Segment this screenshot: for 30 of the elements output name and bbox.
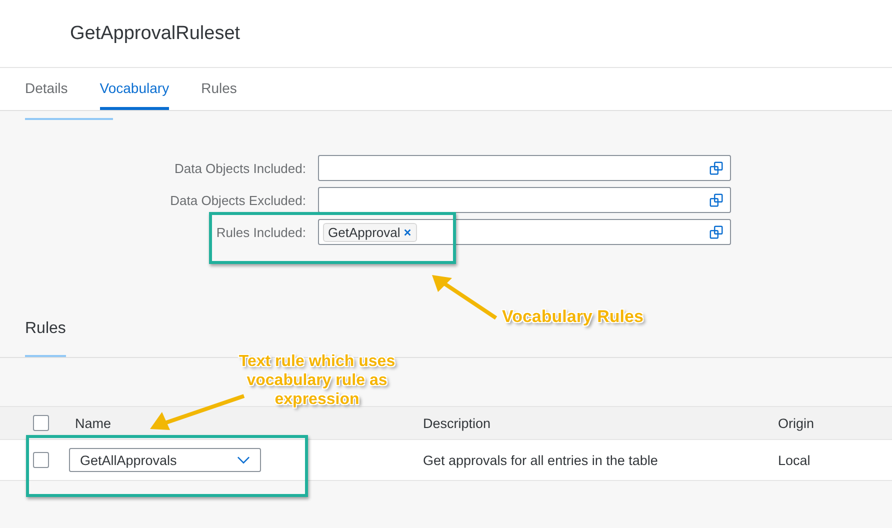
callout-text: Vocabulary Rules [502,307,644,327]
callout-text: Text rule which uses vocabulary rule as expression [238,352,396,409]
input-field[interactable] [318,187,731,213]
field-label: Rules Included: [215,224,307,240]
value-help-icon[interactable] [709,160,724,176]
token[interactable]: GetApproval [323,222,418,242]
value-help-icon[interactable] [709,224,724,240]
remove-icon[interactable] [403,228,412,236]
input-field[interactable] [318,155,731,181]
value-help-icon[interactable] [709,192,724,208]
checkbox[interactable] [33,415,49,431]
select-value: GetAllApprovals [80,452,177,468]
field-label: Data Objects Included: [173,160,307,176]
column-header: Origin [778,416,814,430]
table-cell-text: Get approvals for all entries in the table [423,452,659,468]
checkbox[interactable] [33,452,49,468]
tab[interactable]: Details [25,68,68,110]
column-header: Name [75,416,112,430]
field-label: Data Objects Excluded: [169,192,307,208]
input-field[interactable]: GetApproval [318,219,731,245]
tab[interactable]: Rules [201,68,237,110]
callout-arrow [430,272,500,322]
section-title: Rules [25,320,66,357]
chevron-down-icon [237,456,250,464]
column-header: Description [423,416,492,430]
name-select[interactable]: GetAllApprovals [69,448,261,472]
tab[interactable]: Vocabulary [100,68,170,110]
token-label: GetApproval [328,224,400,240]
page-title: GetApprovalRuleset [70,22,240,44]
table-cell: Local [778,452,810,468]
